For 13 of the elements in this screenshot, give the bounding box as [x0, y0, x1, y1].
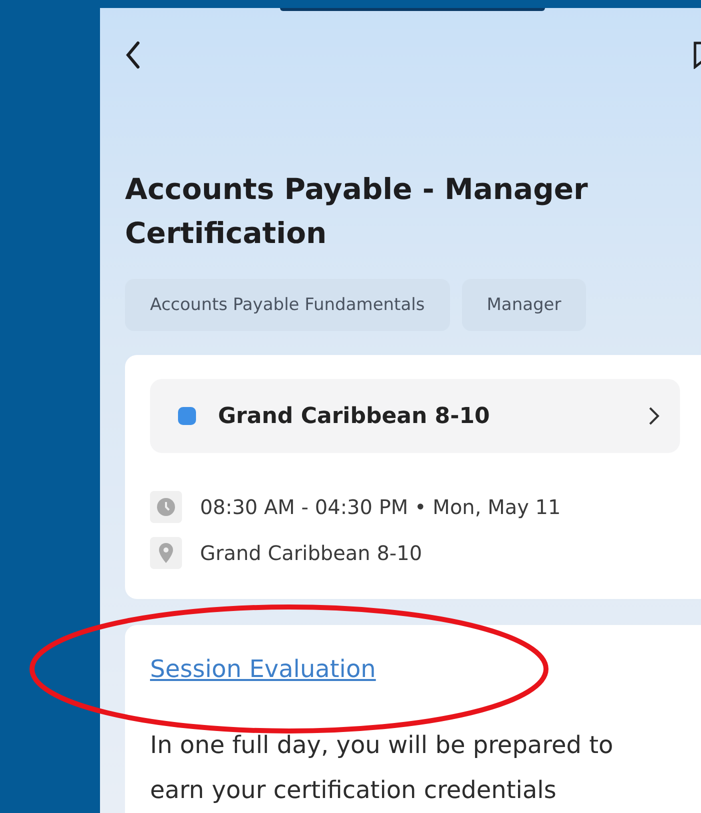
detail-text: Grand Caribbean 8-10	[200, 541, 422, 565]
description-text: In one full day, you will be prepared to earn your certification credentials	[150, 730, 614, 806]
back-icon[interactable]	[125, 40, 141, 68]
session-title: Accounts Payable - Manager Certification	[125, 171, 589, 252]
room-name: Grand Caribbean 8-10	[218, 404, 491, 428]
clock-icon	[156, 497, 176, 517]
detail-text: 08:30 AM - 04:30 PM • Mon, May 11	[200, 495, 561, 519]
room-row[interactable]: Grand Caribbean 8-10	[150, 379, 680, 453]
tag-chip: Manager	[462, 279, 586, 331]
location-pin-icon	[158, 543, 174, 563]
chevron-right-icon	[648, 406, 660, 426]
session-evaluation-link[interactable]: Session Evaluation	[150, 655, 376, 683]
tag-chip: Accounts Payable Fundamentals	[125, 279, 450, 331]
